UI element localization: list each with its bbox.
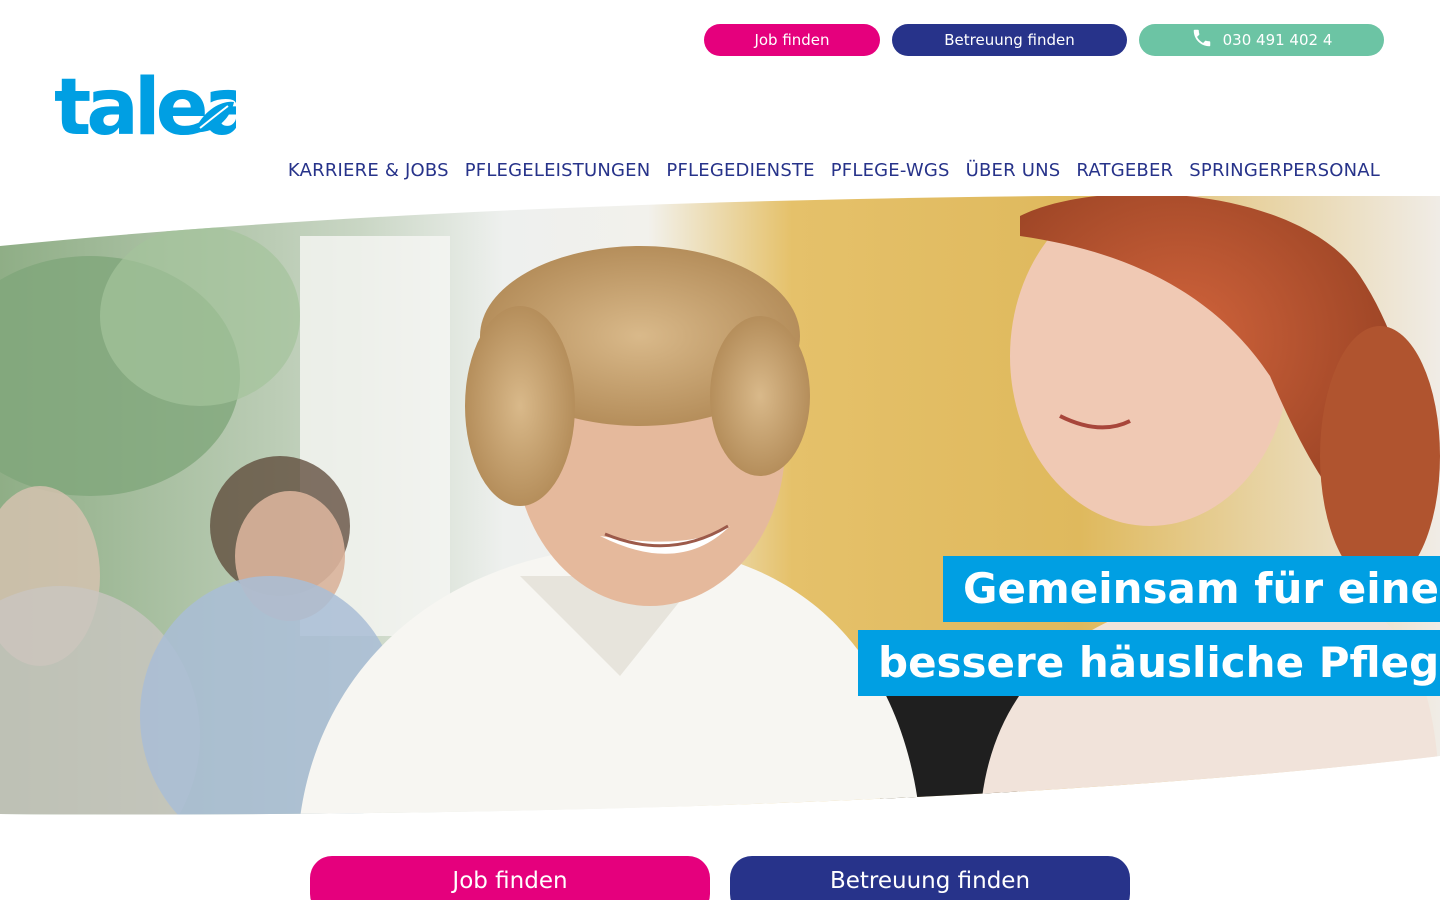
nav-item-ueber-uns[interactable]: ÜBER UNS (966, 160, 1061, 181)
hero-image (0, 195, 1440, 818)
nav-item-karriere-jobs[interactable]: KARRIERE & JOBS (288, 160, 449, 181)
talea-logo[interactable]: talea (54, 58, 256, 153)
phone-icon (1191, 27, 1213, 53)
hero-headline-line-2: bessere häusliche Pflege (858, 630, 1440, 696)
phone-button[interactable]: 030 491 402 4 (1139, 24, 1384, 56)
phone-number: 030 491 402 4 (1222, 31, 1333, 49)
nav-item-pflegeleistungen[interactable]: PFLEGELEISTUNGEN (465, 160, 651, 181)
betreuung-finden-cta-button[interactable]: Betreuung finden (730, 856, 1130, 900)
logo-wordmark: talea (54, 63, 236, 144)
job-finden-header-button[interactable]: Job finden (704, 24, 880, 56)
hero-headline-line-1: Gemeinsam für eine (943, 556, 1440, 622)
betreuung-finden-header-button[interactable]: Betreuung finden (892, 24, 1127, 56)
nav-item-pflegedienste[interactable]: PFLEGEDIENSTE (666, 160, 814, 181)
main-nav: KARRIERE & JOBS PFLEGELEISTUNGEN PFLEGED… (288, 160, 1380, 181)
job-finden-cta-button[interactable]: Job finden (310, 856, 710, 900)
nav-item-springerpersonal[interactable]: SPRINGERPERSONAL (1189, 160, 1380, 181)
nav-item-pflege-wgs[interactable]: PFLEGE-WGS (831, 160, 950, 181)
nav-item-ratgeber[interactable]: RATGEBER (1076, 160, 1173, 181)
